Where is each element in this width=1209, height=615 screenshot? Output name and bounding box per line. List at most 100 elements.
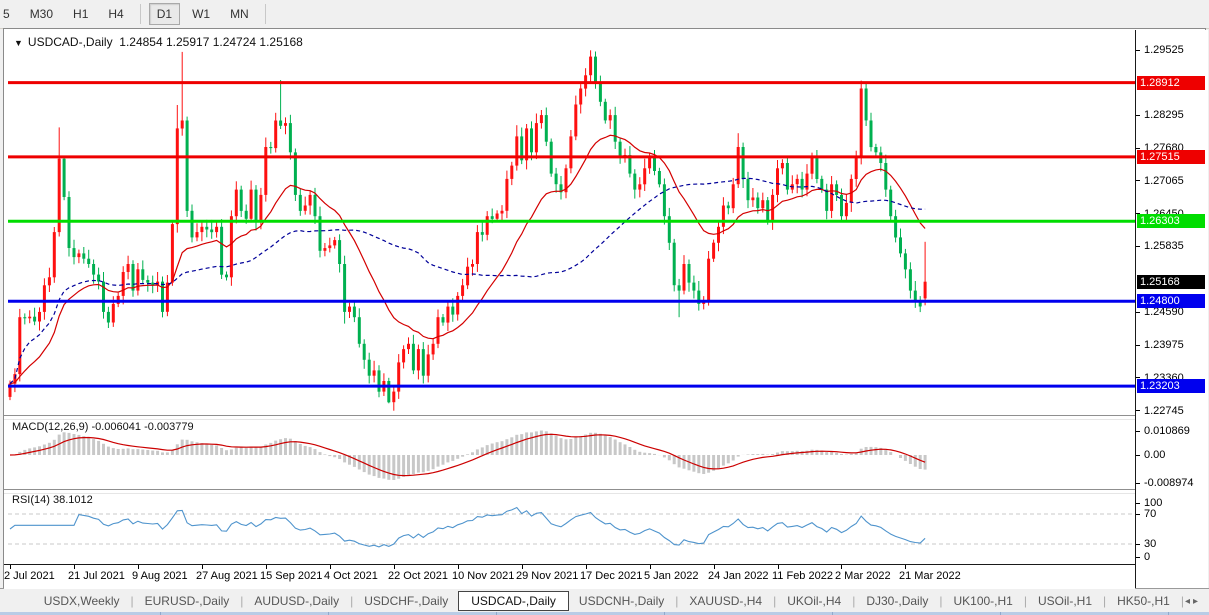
date-tick [266,565,267,569]
price-chart-canvas[interactable] [8,30,1135,415]
date-label: 10 Nov 2021 [452,570,514,582]
chart-tab-audusd-daily[interactable]: AUDUSD-,Daily [244,592,349,610]
macd-tick-label: -0.008974 [1144,477,1194,489]
chart-tab-xauusd-h4[interactable]: XAUUSD-,H4 [679,592,772,610]
date-tick [522,565,523,569]
timeframe-button-w1[interactable]: W1 [184,3,218,25]
rsi-canvas[interactable] [8,492,1135,564]
date-label: 17 Dec 2021 [580,570,642,582]
price-tick-label: 1.27065 [1144,175,1184,187]
price-tick-label: 1.23975 [1144,339,1184,351]
date-label: 24 Jan 2022 [708,570,769,582]
macd-tick [1136,431,1140,432]
chart-tab-hk50-h1[interactable]: HK50-,H1 [1107,592,1180,610]
date-label: 2 Jul 2021 [4,570,55,582]
chart-ohlc-values: 1.24854 1.25917 1.24724 1.25168 [119,35,303,49]
chart-tab-usoil-h1[interactable]: USOil-,H1 [1028,592,1102,610]
price-axis: 1.29525 1.28295 1.27680 1.27065 1.26450 … [1135,30,1208,588]
chart-tab-bar: USDX,Weekly|EURUSD-,Daily|AUDUSD-,Daily|… [0,588,1209,613]
tabs-scroll-right-icon[interactable]: ▸ [1193,596,1201,607]
timeframe-button-5[interactable]: 5 [0,3,18,25]
chart-tab-usdcad-daily[interactable]: USDCAD-,Daily [458,591,569,611]
rsi-tick [1136,503,1140,504]
date-tick [905,565,906,569]
timeframe-button-m30[interactable]: M30 [22,3,61,25]
date-label: 22 Oct 2021 [388,570,448,582]
macd-histogram [10,431,925,481]
date-tick [138,565,139,569]
timeframe-button-d1[interactable]: D1 [149,3,180,25]
chart-tab-usdx-weekly[interactable]: USDX,Weekly [34,592,130,610]
macd-tick-label: 0.010869 [1144,425,1190,437]
price-tick [1136,50,1140,51]
candles [9,50,927,410]
chart-title: ▼ USDCAD-,Daily 1.24854 1.25917 1.24724 1… [14,35,303,49]
rsi-tick-label: 70 [1144,508,1156,520]
date-tick [650,565,651,569]
symbol-dropdown-icon[interactable]: ▼ [14,38,23,48]
chart-tab-dj30-daily[interactable]: DJ30-,Daily [856,592,938,610]
date-tick [74,565,75,569]
date-label: 15 Sep 2021 [260,570,322,582]
chart-tab-ukoil-h4[interactable]: UKOil-,H4 [777,592,851,610]
date-tick [330,565,331,569]
chart-tab-uk100-h1[interactable]: UK100-,H1 [943,592,1022,610]
date-tick [586,565,587,569]
timeframe-button-mn[interactable]: MN [222,3,257,25]
toolbar-separator [140,4,141,24]
price-tick [1136,115,1140,116]
rsi-line [10,508,925,547]
date-label: 5 Jan 2022 [644,570,698,582]
level-price-badge: 1.24800 [1137,294,1205,308]
timeframe-button-h1[interactable]: H1 [65,3,96,25]
date-label: 11 Feb 2022 [772,570,833,582]
date-label: 9 Aug 2021 [132,570,188,582]
macd-tick-label: 0.00 [1144,449,1165,461]
price-tick [1136,148,1140,149]
tabs-scroll-left-icon[interactable]: ◂ [1185,596,1193,607]
price-tick-label: 1.28295 [1144,109,1184,121]
level-price-badge: 1.23203 [1137,379,1205,393]
date-label: 4 Oct 2021 [324,570,378,582]
level-price-badge: 1.27515 [1137,150,1205,164]
price-tick-label: 1.29525 [1144,44,1184,56]
price-tick [1136,180,1140,181]
date-tick [778,565,779,569]
chart-tab-usdcnh-daily[interactable]: USDCNH-,Daily [569,592,674,610]
rsi-tick [1136,544,1140,545]
price-tick [1136,345,1140,346]
macd-tick [1136,483,1140,484]
toolbar-separator [265,4,266,24]
date-label: 21 Mar 2022 [899,570,961,582]
chart-tab-eurusd-daily[interactable]: EURUSD-,Daily [135,592,240,610]
rsi-tick-label: 0 [1144,551,1150,563]
date-tick [841,565,842,569]
date-tick [714,565,715,569]
price-tick-label: 1.22745 [1144,405,1184,417]
date-label: 2 Mar 2022 [835,570,891,582]
date-tick [202,565,203,569]
rsi-tick-label: 30 [1144,538,1156,550]
chart-symbol-label: USDCAD-,Daily [28,35,113,49]
date-label: 21 Jul 2021 [68,570,125,582]
macd-tick [1136,455,1140,456]
rsi-label: RSI(14) 38.1012 [12,494,93,506]
main-macd-splitter[interactable] [4,415,1205,420]
price-tick [1136,410,1140,411]
date-label: 29 Nov 2021 [516,570,578,582]
current-price-badge: 1.25168 [1137,275,1205,289]
price-tick [1136,312,1140,313]
macd-rsi-splitter[interactable] [4,489,1205,494]
date-label: 27 Aug 2021 [196,570,258,582]
chart-tab-usdchf-daily[interactable]: USDCHF-,Daily [354,592,458,610]
date-axis: 2 Jul 2021 21 Jul 2021 9 Aug 2021 27 Aug… [4,564,1135,589]
rsi-tick [1136,514,1140,515]
timeframe-button-h4[interactable]: H4 [100,3,131,25]
level-price-badge: 1.26303 [1137,214,1205,228]
level-price-badge: 1.28912 [1137,76,1205,90]
date-tick [10,565,11,569]
date-tick [394,565,395,569]
rsi-tick [1136,557,1140,558]
macd-label: MACD(12,26,9) -0.006041 -0.003779 [12,421,194,433]
price-tick-label: 1.25835 [1144,240,1184,252]
